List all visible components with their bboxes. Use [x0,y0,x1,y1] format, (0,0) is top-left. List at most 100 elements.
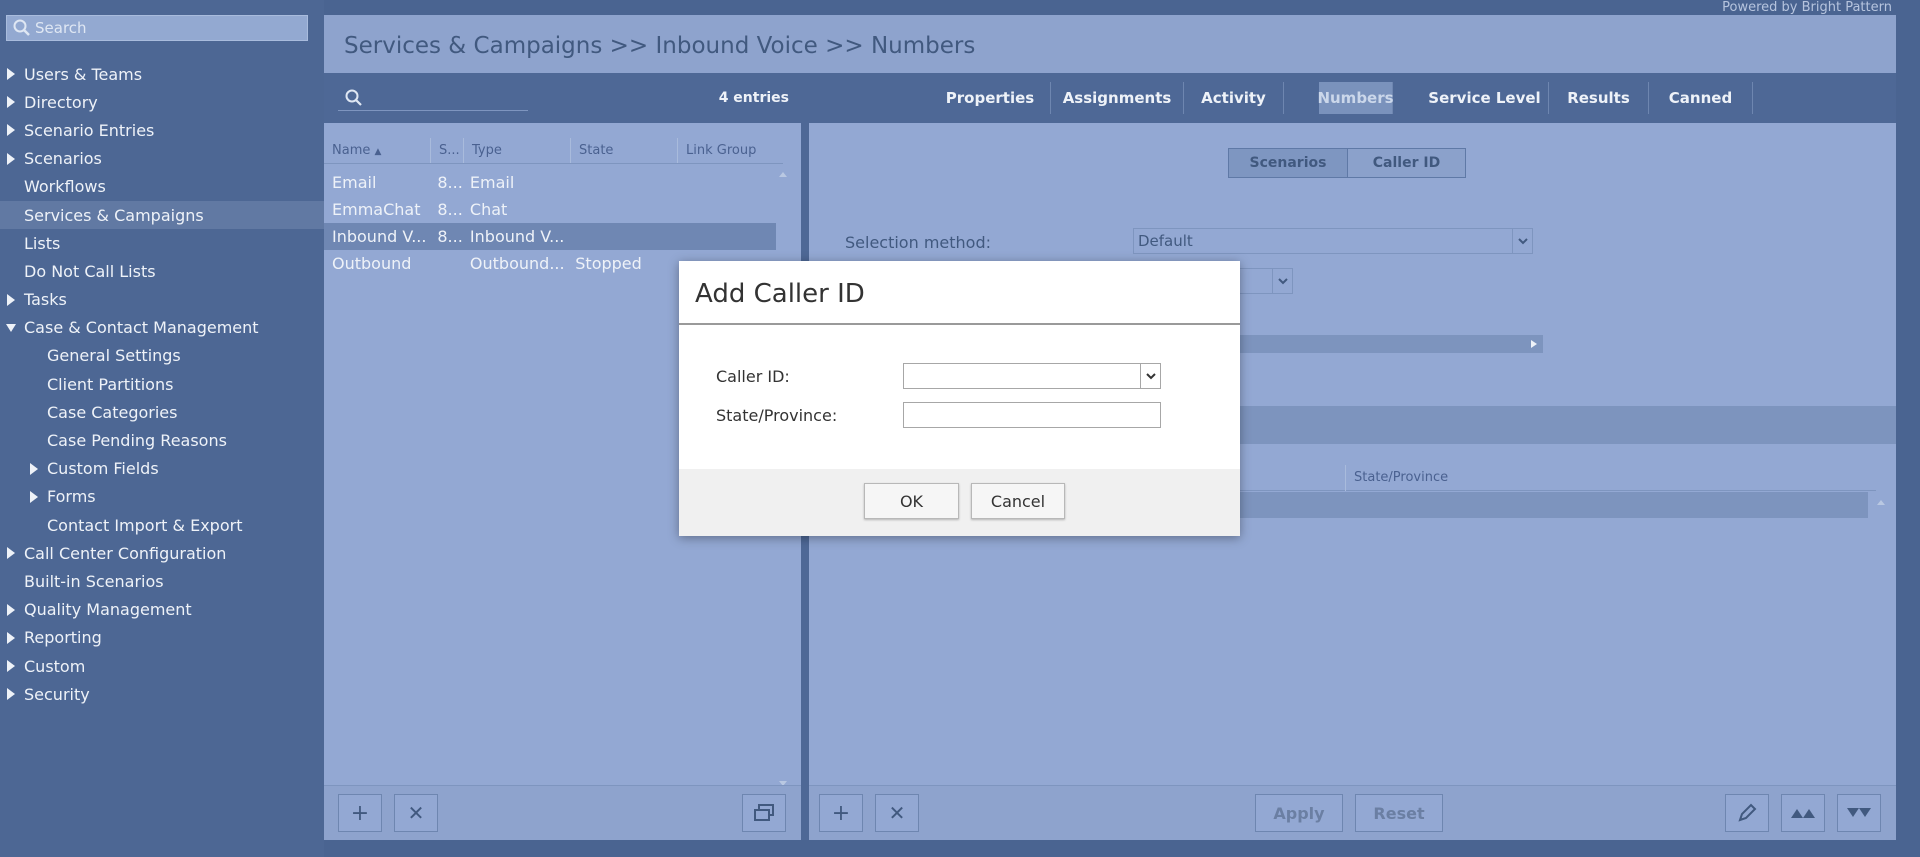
sidebar-item-directory[interactable]: Directory [0,88,324,116]
move-up-button[interactable] [1781,794,1825,832]
table-cell-type: Inbound V... [469,227,565,246]
crumb-caller-id[interactable]: Caller ID [1348,148,1466,178]
sidebar-item-general-settings[interactable]: General Settings [0,342,324,370]
sidebar-item-label: Client Partitions [47,374,174,394]
state-province-input[interactable] [903,402,1161,428]
sidebar-item-label: Users & Teams [24,64,143,84]
sidebar-item-case-categories[interactable]: Case Categories [0,398,324,426]
col-link-group[interactable]: Link Group [678,138,783,163]
triangle-right-icon[interactable] [29,490,39,503]
triangle-right-icon[interactable] [6,293,16,306]
cancel-button[interactable]: Cancel [971,483,1065,519]
tab-canned[interactable]: Canned [1649,82,1753,114]
page-title: Services & Campaigns >> Inbound Voice >>… [344,33,976,59]
pencil-icon [1738,803,1757,822]
sidebar-item-quality-management[interactable]: Quality Management [0,596,324,624]
move-down-button[interactable] [1837,794,1881,832]
sidebar-item-custom-fields[interactable]: Custom Fields [0,455,324,483]
sidebar-item-custom[interactable]: Custom [0,652,324,680]
triangle-down-icon[interactable] [6,322,16,334]
sidebar-item-workflows[interactable]: Workflows [0,173,324,201]
caller-id-label: Caller ID: [716,367,790,386]
table-cell-state [567,169,672,196]
triangle-right-icon[interactable] [6,631,16,644]
col-state[interactable]: State [571,138,678,163]
copy-service-button[interactable] [742,794,786,832]
tab-results[interactable]: Results [1549,82,1649,114]
table-cell-s: 8... [437,227,462,246]
detail-toolbar: + ✕ Apply Reset [809,785,1896,840]
sidebar-item-scenarios[interactable]: Scenarios [0,145,324,173]
triangle-right-icon[interactable] [6,659,16,672]
sidebar-search-input[interactable]: Search [6,15,308,41]
caller-id-select[interactable] [903,363,1161,389]
col-type[interactable]: Type [464,138,571,163]
selection-method-select[interactable]: Default [1133,228,1533,254]
triangle-right-icon[interactable] [6,603,16,616]
table-cell-name: Inbound V... [332,227,427,246]
delete-number-button[interactable]: ✕ [875,794,919,832]
sidebar-item-label: Directory [24,92,98,112]
plus-icon: + [831,800,851,826]
double-arrow-up-icon [1791,809,1815,818]
sidebar-item-tasks[interactable]: Tasks [0,286,324,314]
sidebar-item-case-contact-management[interactable]: Case & Contact Management [0,314,324,342]
sidebar-item-contact-import-export[interactable]: Contact Import & Export [0,511,324,539]
tab-service-level[interactable]: Service Level [1421,82,1549,114]
triangle-right-icon[interactable] [6,68,16,80]
triangle-right-icon[interactable] [6,124,16,137]
triangle-right-icon[interactable] [6,152,16,165]
selection-method-label: Selection method: [845,233,991,252]
table-row[interactable]: Inbound V... 8... Inbound V... [324,223,776,250]
tab-activity[interactable]: Activity [1184,82,1284,114]
sidebar-item-reporting[interactable]: Reporting [0,624,324,652]
add-number-button[interactable]: + [819,794,863,832]
table-row[interactable]: EmmaChat 8... Chat [324,196,776,223]
add-service-button[interactable]: + [338,794,382,832]
col-s[interactable]: S... [431,138,464,163]
triangle-right-icon[interactable] [6,688,16,701]
table-cell-name: Outbound [332,254,412,273]
crumb-scenarios[interactable]: Scenarios [1228,148,1348,178]
sidebar-item-built-in-scenarios[interactable]: Built-in Scenarios [0,567,324,595]
sidebar-item-case-pending-reasons[interactable]: Case Pending Reasons [0,426,324,454]
sidebar-item-call-center-configuration[interactable]: Call Center Configuration [0,539,324,567]
table-row[interactable]: Email 8... Email [324,169,776,196]
close-icon: ✕ [888,801,906,825]
grid-scrollbar[interactable] [1876,497,1886,797]
list-search-input[interactable] [338,85,528,111]
dialog-title: Add Caller ID [695,279,865,309]
reset-button[interactable]: Reset [1355,794,1443,832]
delete-service-button[interactable]: ✕ [394,794,438,832]
chevron-down-icon [1512,229,1532,253]
sidebar-item-security[interactable]: Security [0,680,324,708]
sidebar-item-do-not-call-lists[interactable]: Do Not Call Lists [0,257,324,285]
sidebar-item-label: Reporting [24,628,102,648]
col-name[interactable]: Name ▲ [324,138,431,163]
triangle-right-icon[interactable] [29,462,39,475]
sidebar-item-forms[interactable]: Forms [0,483,324,511]
tab-numbers[interactable]: Numbers [1317,82,1394,114]
sidebar-item-client-partitions[interactable]: Client Partitions [0,370,324,398]
sidebar-item-label: Case & Contact Management [24,318,259,338]
table-cell-state [567,196,672,223]
sidebar-item-label: General Settings [47,346,181,366]
col-state-province[interactable]: State/Province [1345,465,1448,491]
tab-properties[interactable]: Properties [930,82,1051,114]
powered-by-label: Powered by Bright Pattern [1722,0,1892,15]
sidebar-item-label: Services & Campaigns [24,205,204,225]
sidebar-item-label: Built-in Scenarios [24,571,164,591]
apply-button[interactable]: Apply [1255,794,1343,832]
triangle-right-icon[interactable] [6,96,16,109]
tab-assignments[interactable]: Assignments [1051,82,1184,114]
sidebar-item-users-teams[interactable]: Users & Teams [0,60,324,88]
table-cell-link [673,223,776,250]
horizontal-scrollbar[interactable] [1217,335,1543,353]
sidebar-item-services-campaigns[interactable]: Services & Campaigns [0,200,324,230]
edit-number-button[interactable] [1725,794,1769,832]
sidebar-item-lists[interactable]: Lists [0,229,324,257]
sidebar-item-label: Scenarios [24,149,102,169]
sidebar-item-scenario-entries[interactable]: Scenario Entries [0,116,324,144]
ok-button[interactable]: OK [864,483,959,519]
triangle-right-icon[interactable] [6,547,16,560]
